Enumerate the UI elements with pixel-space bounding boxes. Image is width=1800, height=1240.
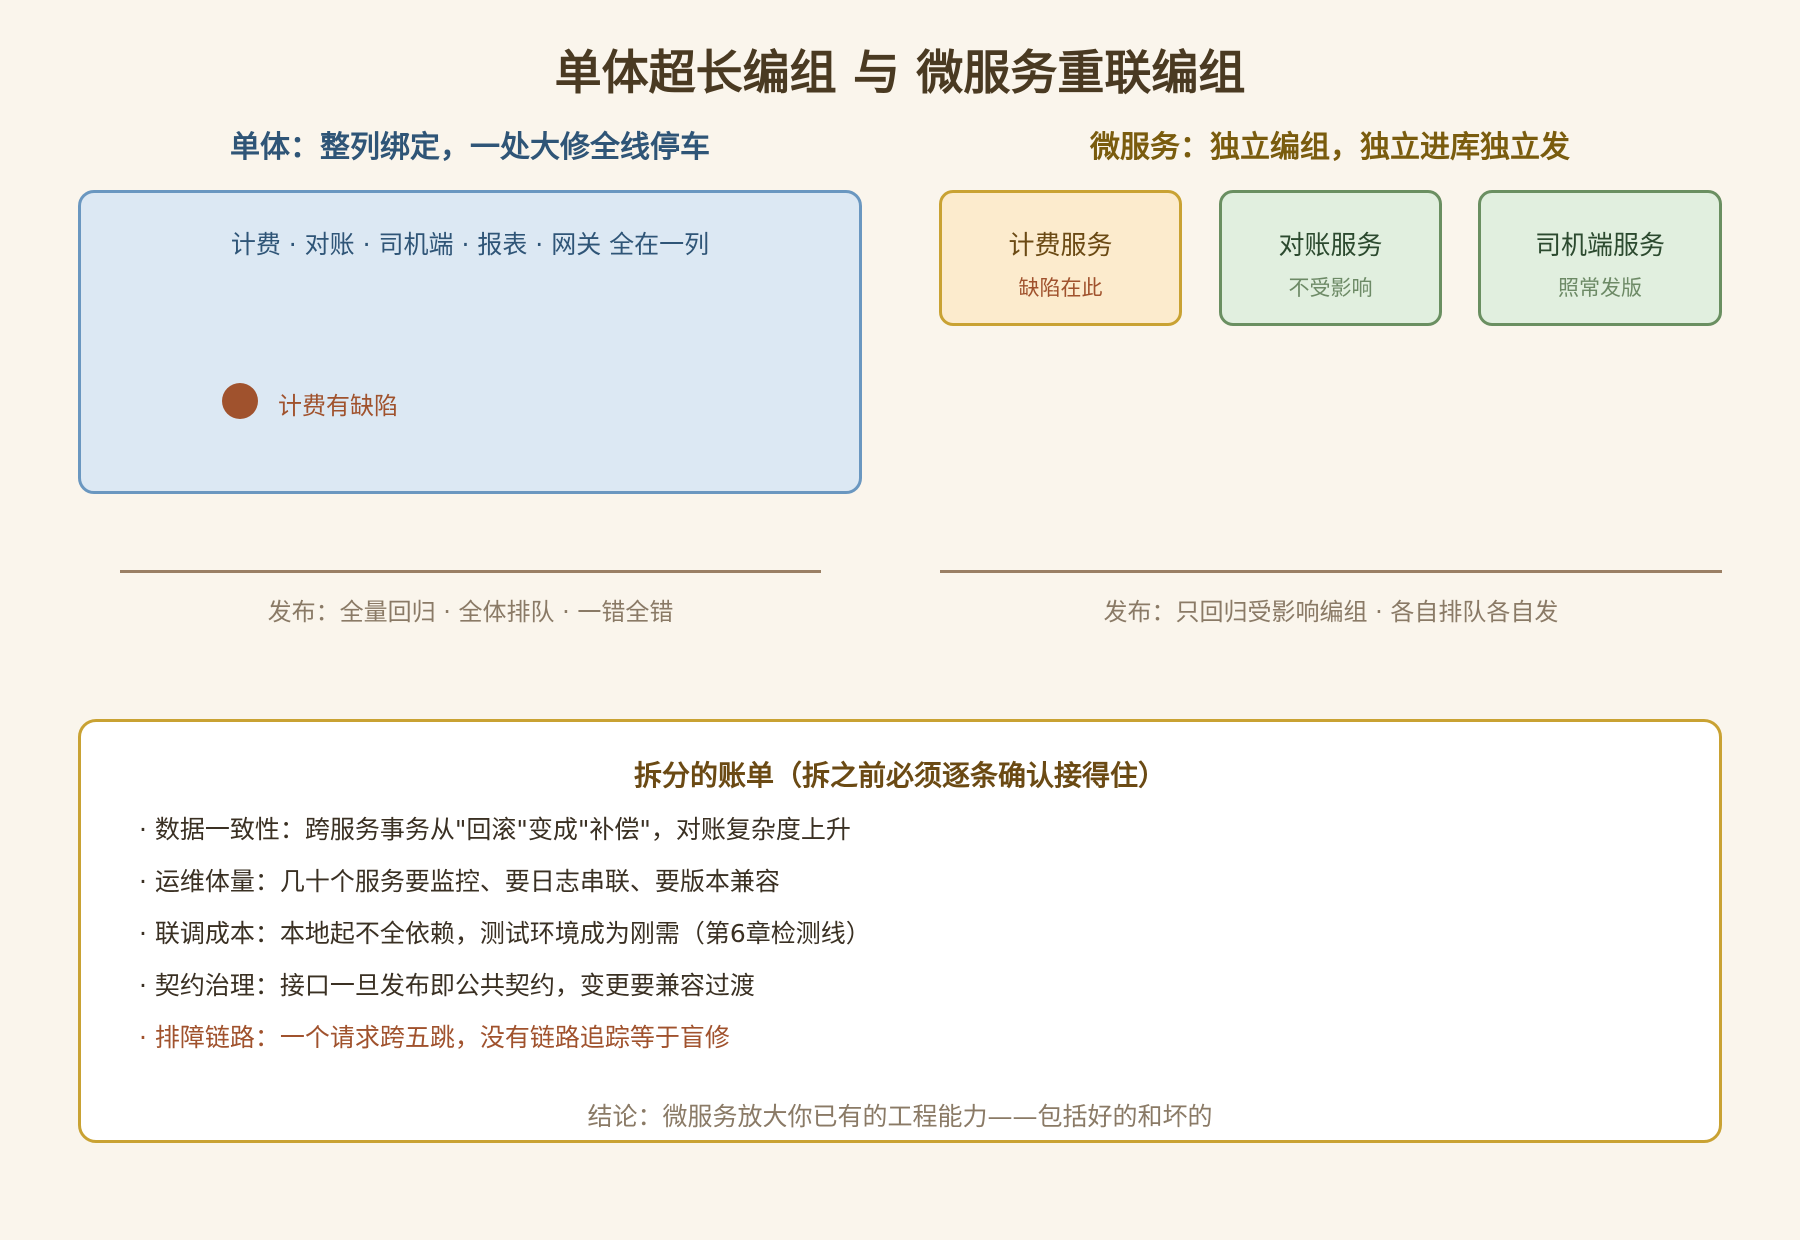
diagram-title: 单体超长编组 与 微服务重联编组 xyxy=(554,46,1246,101)
service-note: 照常发版 xyxy=(1558,276,1642,300)
cost-item-contract-governance: · 契约治理：接口一旦发布即公共契约，变更要兼容过渡 xyxy=(139,971,755,1000)
service-name: 司机端服务 xyxy=(1534,231,1665,261)
cost-item-troubleshooting: · 排障链路：一个请求跨五跳，没有链路追踪等于盲修 xyxy=(139,1023,730,1052)
cost-item-ops-volume: · 运维体量：几十个服务要监控、要日志串联、要版本兼容 xyxy=(139,867,780,896)
monolith-modules-text: 计费 · 对账 · 司机端 · 报表 · 网关 全在一列 xyxy=(230,230,710,259)
monolith-release-text: 发布：全量回归 · 全体排队 · 一错全错 xyxy=(267,598,674,626)
defect-marker xyxy=(222,383,258,419)
cost-item-integration-cost: · 联调成本：本地起不全依赖，测试环境成为刚需（第6章检测线） xyxy=(139,919,871,948)
monolith-track-line xyxy=(120,570,821,573)
service-note: 缺陷在此 xyxy=(1018,276,1103,300)
service-note: 不受影响 xyxy=(1288,276,1373,300)
monolith-train-box: 计费 · 对账 · 司机端 · 报表 · 网关 全在一列 计费有缺陷 xyxy=(78,190,862,494)
cost-bill-title: 拆分的账单（拆之前必须逐条确认接得住） xyxy=(633,759,1166,792)
cost-list: · 数据一致性：跨服务事务从"回滚"变成"补偿"，对账复杂度上升 · 运维体量：… xyxy=(139,812,871,1072)
defect-label: 计费有缺陷 xyxy=(278,392,398,420)
driver-service-box: 司机端服务 照常发版 xyxy=(1478,190,1722,326)
reconciliation-service-box: 对账服务 不受影响 xyxy=(1219,190,1442,326)
conclusion-text: 结论：微服务放大你已有的工程能力——包括好的和坏的 xyxy=(587,1102,1213,1131)
monolith-heading: 单体：整列绑定，一处大修全线停车 xyxy=(230,130,710,165)
service-name: 计费服务 xyxy=(1008,231,1113,261)
billing-service-box: 计费服务 缺陷在此 xyxy=(939,190,1182,326)
microservices-track-line xyxy=(940,570,1722,573)
cost-bill-box: 拆分的账单（拆之前必须逐条确认接得住） · 数据一致性：跨服务事务从"回滚"变成… xyxy=(78,719,1722,1143)
microservices-release-text: 发布：只回归受影响编组 · 各自排队各自发 xyxy=(1103,598,1559,626)
microservices-heading: 微服务：独立编组，独立进库独立发 xyxy=(1090,130,1570,165)
cost-item-data-consistency: · 数据一致性：跨服务事务从"回滚"变成"补偿"，对账复杂度上升 xyxy=(139,815,851,844)
service-name: 对账服务 xyxy=(1278,231,1383,261)
